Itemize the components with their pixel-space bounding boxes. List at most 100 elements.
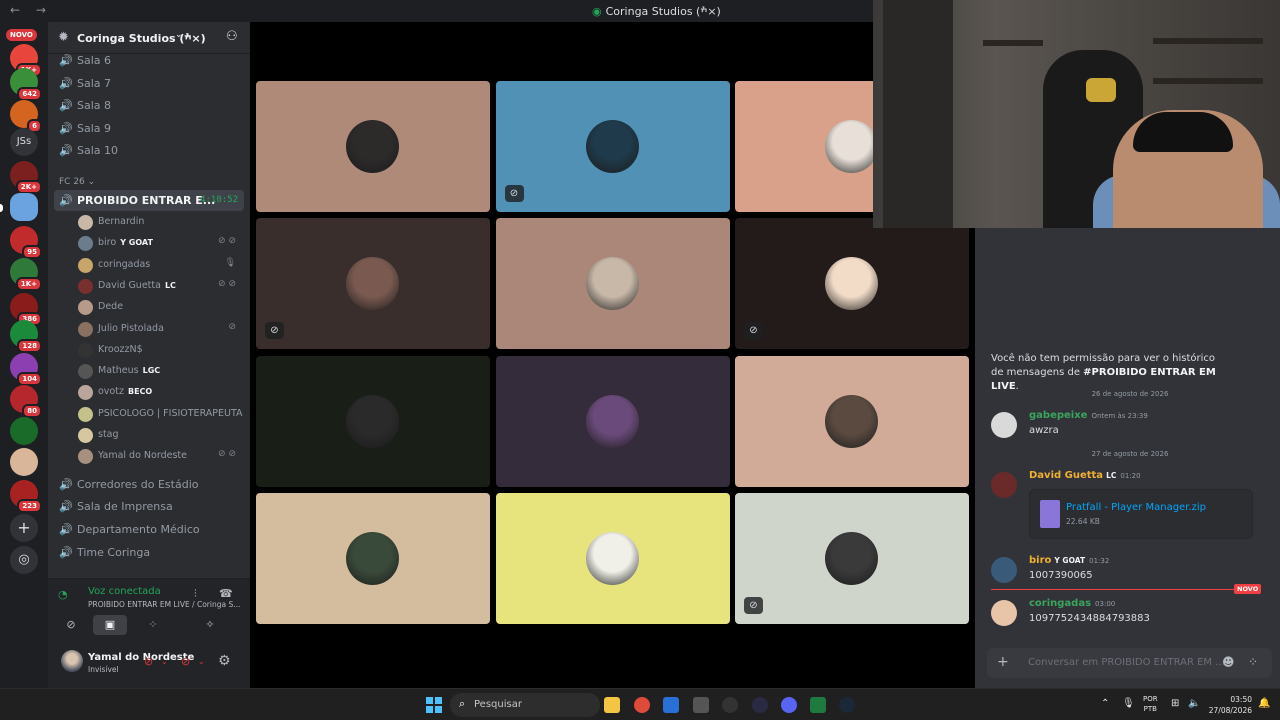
voice-channel[interactable]: 🔊 Sala 6: [54, 50, 244, 71]
message-author[interactable]: David Guetta: [1029, 470, 1103, 481]
voice-user[interactable]: ovotz BECO: [76, 382, 244, 403]
excel-icon[interactable]: [810, 697, 826, 713]
attachment-name[interactable]: Pratfall - Player Manager.zip: [1066, 502, 1206, 513]
avatar[interactable]: [78, 215, 93, 230]
participant-tile[interactable]: ⊘: [256, 218, 490, 350]
participant-tile[interactable]: ⊘: [495, 81, 730, 212]
avatar[interactable]: [78, 364, 93, 380]
category-header[interactable]: FC 26 ⌄: [59, 177, 95, 187]
server-icon[interactable]: 2K+: [10, 161, 42, 194]
avatar[interactable]: [991, 412, 1017, 438]
participant-tile[interactable]: ⊘: [735, 492, 969, 624]
camera-off-icon[interactable]: ⊘: [54, 615, 88, 635]
disconnect-icon[interactable]: ☎: [219, 587, 233, 600]
forward-arrow-icon[interactable]: →: [36, 3, 46, 17]
participant-tile[interactable]: [256, 492, 490, 624]
participant-tile[interactable]: [495, 218, 730, 350]
network-icon[interactable]: ⊞: [1171, 698, 1179, 709]
server-icon-text[interactable]: JSs: [10, 128, 38, 156]
voice-user[interactable]: David Guetta LC ⊘ ⊘: [76, 276, 244, 297]
app-icon[interactable]: [663, 697, 679, 713]
chrome-icon[interactable]: [634, 697, 650, 713]
voice-channel[interactable]: 🔊 Time Coringa: [54, 542, 244, 563]
chevron-up-icon[interactable]: ⌃: [1101, 698, 1109, 709]
apps-icon[interactable]: ⁘: [1248, 655, 1258, 669]
server-icon[interactable]: 128: [10, 320, 42, 353]
chevron-down-icon[interactable]: ⌄: [161, 657, 168, 666]
chevron-down-icon[interactable]: ⌄: [198, 657, 205, 666]
participant-tile[interactable]: [495, 355, 730, 487]
voice-location[interactable]: PROIBIDO ENTRAR EM LIVE / Coringa S...: [88, 600, 240, 609]
microphone-icon[interactable]: 🎙: [1122, 698, 1135, 709]
headset-deafened-icon[interactable]: ⊘: [181, 655, 190, 668]
participant-tile[interactable]: [256, 355, 490, 487]
system-clock[interactable]: 03:50 27/08/2026: [1206, 694, 1252, 716]
voice-channel[interactable]: 🔊 Sala de Imprensa: [54, 496, 244, 517]
avatar[interactable]: [78, 449, 93, 465]
avatar[interactable]: [78, 236, 93, 252]
voice-channel[interactable]: 🔊 Sala 9: [54, 118, 244, 139]
avatar[interactable]: [78, 406, 93, 422]
voice-channel-active[interactable]: 🔊 PROIBIDO ENTRAR E... 4:10:52: [54, 190, 244, 211]
mic-muted-icon[interactable]: ⊘: [144, 655, 153, 668]
server-icon[interactable]: 1K+: [10, 258, 42, 291]
voice-user[interactable]: Matheus LGC: [76, 361, 244, 382]
voice-channel[interactable]: 🔊 Departamento Médico: [54, 519, 244, 540]
server-icon[interactable]: 223: [10, 480, 42, 513]
avatar[interactable]: [991, 472, 1017, 498]
avatar[interactable]: [991, 600, 1017, 626]
message-author[interactable]: biro: [1029, 555, 1051, 566]
message-author[interactable]: coringadas: [1029, 598, 1091, 609]
voice-channel[interactable]: 🔊 Sala 8: [54, 95, 244, 116]
avatar[interactable]: [78, 321, 93, 337]
voice-user[interactable]: Yamal do Nordeste ⊘ ⊘: [76, 446, 244, 467]
avatar[interactable]: [991, 557, 1017, 583]
avatar[interactable]: [78, 342, 93, 358]
screen-share-icon[interactable]: ▣: [93, 615, 127, 635]
voice-user[interactable]: stag: [76, 425, 244, 446]
participant-tile[interactable]: ⊘: [735, 218, 969, 350]
obs-icon[interactable]: [722, 697, 738, 713]
avatar[interactable]: [78, 257, 93, 273]
voice-status[interactable]: Voz conectada: [88, 586, 161, 597]
participant-tile[interactable]: [735, 355, 969, 487]
file-attachment[interactable]: Pratfall - Player Manager.zip 22.64 KB: [1029, 489, 1253, 539]
steam-icon[interactable]: [839, 697, 855, 713]
avatar[interactable]: [78, 385, 93, 401]
message-composer[interactable]: + Conversar em PROIBIDO ENTRAR EM ... ☻ …: [987, 648, 1272, 678]
avatar[interactable]: [61, 650, 83, 672]
activities-icon[interactable]: ⁘: [136, 615, 170, 635]
server-icon[interactable]: [10, 417, 38, 445]
invite-people-icon[interactable]: ⚇: [226, 29, 238, 44]
file-explorer-icon[interactable]: [604, 697, 620, 713]
noise-suppression-icon[interactable]: ⫶: [194, 587, 197, 601]
server-icon[interactable]: 386: [10, 293, 42, 326]
avatar[interactable]: [78, 278, 93, 294]
voice-user[interactable]: Bernardin: [76, 212, 244, 233]
message-input[interactable]: Conversar em PROIBIDO ENTRAR EM ...: [1028, 657, 1225, 668]
app-icon[interactable]: [752, 697, 768, 713]
soundboard-icon[interactable]: ✧: [193, 615, 227, 635]
participant-tile[interactable]: [495, 492, 730, 624]
windows-start-icon[interactable]: [426, 697, 442, 713]
back-arrow-icon[interactable]: ←: [10, 3, 20, 17]
volume-icon[interactable]: 🔈: [1188, 698, 1200, 709]
voice-channel[interactable]: 🔊 Sala 7: [54, 73, 244, 94]
voice-channel[interactable]: 🔊 Sala 10: [54, 140, 244, 161]
language-indicator[interactable]: POR PTB: [1143, 694, 1158, 714]
add-attachment-icon[interactable]: +: [997, 654, 1009, 670]
server-icon[interactable]: 642: [10, 68, 42, 101]
server-icon[interactable]: 6: [10, 100, 42, 133]
discover-icon[interactable]: ◎: [10, 546, 38, 574]
server-icon-active[interactable]: [10, 193, 38, 221]
server-icon[interactable]: 95: [10, 226, 42, 259]
voice-channel[interactable]: 🔊 Corredores do Estádio: [54, 474, 244, 495]
server-icon[interactable]: 80: [10, 385, 42, 418]
server-icon[interactable]: 104: [10, 353, 42, 386]
message-author[interactable]: gabepeixe: [1029, 410, 1087, 421]
voice-user[interactable]: KroozzN$: [76, 340, 244, 361]
server-icon[interactable]: [10, 448, 38, 476]
taskbar-search[interactable]: ⌕ Pesquisar: [450, 693, 600, 717]
voice-user[interactable]: Julio Pistolada ⊘: [76, 319, 244, 340]
voice-user[interactable]: coringadas 🎙: [76, 255, 244, 276]
